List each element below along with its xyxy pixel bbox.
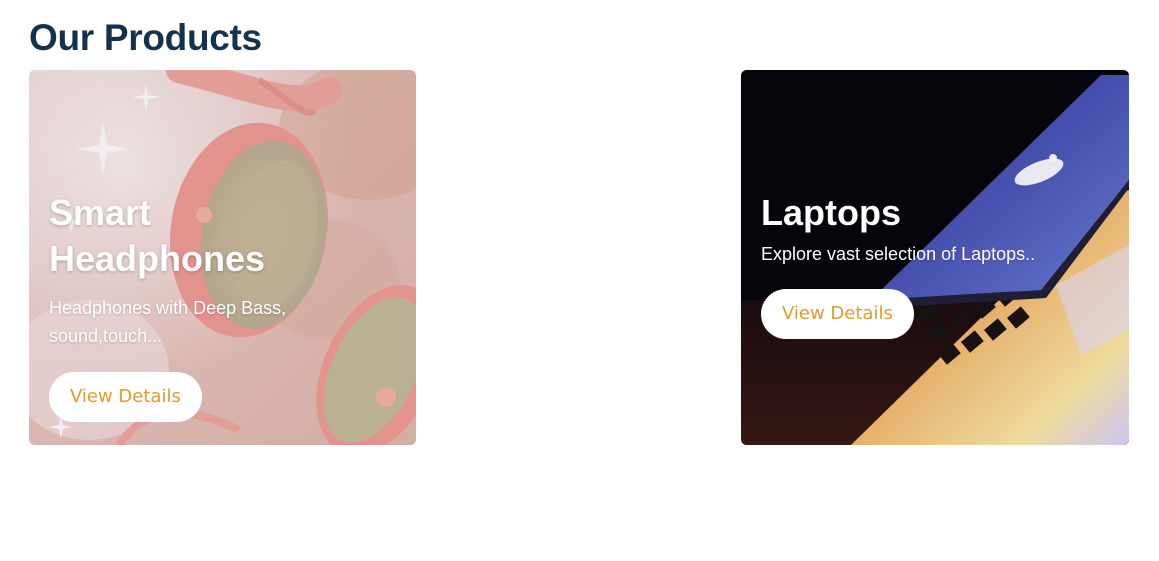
product-title: Smart Headphones	[49, 192, 266, 279]
product-description: Headphones with Deep Bass, sound,touch..…	[49, 298, 287, 346]
product-title: Laptops	[761, 192, 901, 233]
headphones-card-content: Smart Headphones Headphones with Deep Ba…	[49, 190, 396, 422]
product-description: Explore vast selection of Laptops..	[761, 244, 1036, 264]
laptops-card-content: Laptops Explore vast selection of Laptop…	[761, 190, 1109, 339]
product-card-headphones: Smart Headphones Headphones with Deep Ba…	[29, 70, 416, 445]
section-title: Our Products	[29, 17, 262, 58]
view-details-button[interactable]: View Details	[49, 372, 202, 422]
product-card-laptops: Laptops Explore vast selection of Laptop…	[741, 70, 1129, 445]
view-details-button[interactable]: View Details	[761, 289, 914, 339]
